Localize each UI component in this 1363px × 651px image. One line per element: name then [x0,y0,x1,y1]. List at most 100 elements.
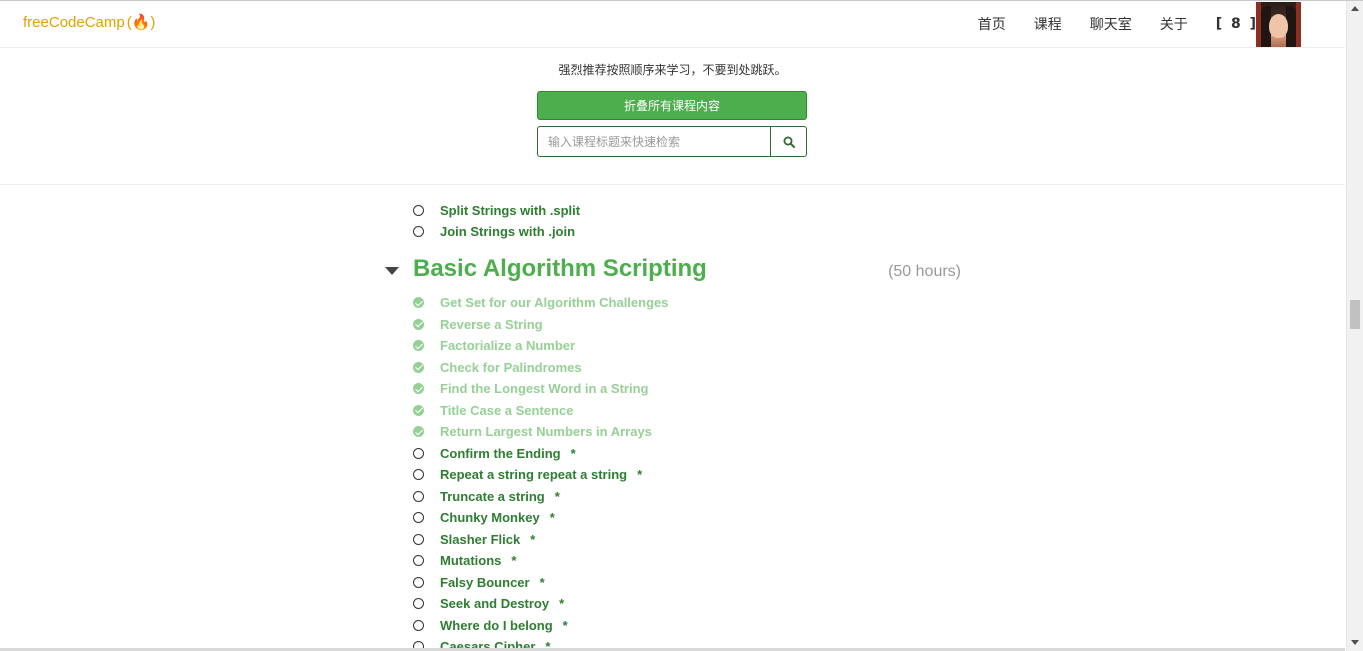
user-avatar[interactable] [1256,2,1301,47]
map-header-panel: 强烈推荐按照顺序来学习，不要到处跳跃。 折叠所有课程内容 [0,47,1345,185]
scroll-thumb[interactable] [1350,300,1360,329]
nav-link-courses[interactable]: 课程 [1034,14,1062,34]
challenge-title: Where do I belong [440,617,553,633]
challenge-status-mark [413,205,424,216]
top-navbar: freeCodeCamp (🔥) 首页 课程 聊天室 关于 [ 8 ] [0,1,1345,48]
logo-prefix: free [23,14,49,31]
list-item[interactable]: Chunky Monkey * [413,507,555,528]
challenge-status-mark [413,340,424,351]
list-item[interactable]: Get Set for our Algorithm Challenges [413,292,668,313]
challenge-status-mark [413,426,424,437]
collapse-all-button[interactable]: 折叠所有课程内容 [537,91,807,120]
required-star: * [562,617,568,633]
incomplete-circle-icon [413,512,424,523]
incomplete-circle-icon [413,205,424,216]
required-star: * [511,553,517,568]
challenge-status-mark [413,555,424,566]
challenge-title: Confirm the Ending [440,445,561,461]
challenge-title: Reverse a String [440,316,543,332]
challenge-title: Return Largest Numbers in Arrays [440,424,652,439]
order-notice: 强烈推荐按照顺序来学习，不要到处跳跃。 [558,63,787,77]
section-title: Basic Algorithm Scripting [413,255,707,282]
list-item[interactable]: Join Strings with .join [413,221,575,242]
list-item[interactable]: Factorialize a Number [413,335,575,356]
freecodecamp-logo[interactable]: freeCodeCamp (🔥) [23,13,155,31]
challenge-status-mark [413,361,424,373]
incomplete-circle-icon [413,619,424,631]
list-item[interactable]: Reverse a String [413,314,543,335]
challenge-status-mark [413,490,424,502]
scroll-up-arrow-icon[interactable] [1351,6,1359,11]
points-badge[interactable]: [ 8 ] [1216,16,1258,32]
list-item[interactable]: Truncate a string * [413,486,560,507]
scroll-down-arrow-icon[interactable] [1351,640,1359,645]
list-item[interactable]: Find the Longest Word in a String [413,378,648,399]
required-star: * [530,531,536,547]
challenge-status-mark [413,297,424,308]
nav-link-about[interactable]: 关于 [1160,14,1188,34]
challenge-title: Falsy Bouncer [440,574,530,590]
completed-check-icon [413,297,424,308]
required-star: * [539,574,545,590]
list-item[interactable]: Repeat a string repeat a string * [413,464,642,485]
list-item[interactable]: Mutations * [413,550,516,571]
list-item[interactable]: Title Case a Sentence [413,400,573,421]
section-header[interactable]: Basic Algorithm Scripting (50 hours) [385,255,965,287]
search-icon [783,136,795,148]
challenge-title: Check for Palindromes [440,359,582,375]
list-item[interactable]: Split Strings with .split [413,200,580,221]
required-star: * [637,467,643,482]
challenge-status-mark [413,318,424,330]
avatar-bg-right [1296,2,1301,47]
incomplete-circle-icon [413,598,424,609]
challenge-title: Factorialize a Number [440,338,576,353]
challenge-status-mark [413,619,424,631]
required-star: * [559,596,565,611]
list-item[interactable]: Where do I belong * [413,615,568,636]
completed-check-icon [413,340,424,351]
completed-check-icon [413,383,424,394]
challenge-status-mark [413,226,424,237]
challenge-title: Slasher Flick [440,531,521,547]
list-item[interactable]: Falsy Bouncer * [413,572,545,593]
search-box [537,126,807,157]
incomplete-circle-icon [413,490,424,502]
nav-link-chatroom[interactable]: 聊天室 [1090,14,1132,34]
challenge-title: Join Strings with .join [440,224,576,239]
required-star: * [549,510,555,525]
list-item[interactable]: Seek and Destroy * [413,593,564,614]
nav-link-home[interactable]: 首页 [978,14,1006,34]
page: freeCodeCamp (🔥) 首页 课程 聊天室 关于 [ 8 ] 强烈推荐按… [0,0,1363,651]
challenge-status-mark [413,598,424,609]
incomplete-circle-icon [413,533,424,545]
challenge-title: Title Case a Sentence [440,402,574,418]
challenge-status-mark [413,576,424,588]
challenge-status-mark [413,447,424,459]
incomplete-circle-icon [413,555,424,566]
challenge-status-mark [413,469,424,480]
list-item[interactable]: Return Largest Numbers in Arrays [413,421,652,442]
incomplete-circle-icon [413,576,424,588]
incomplete-circle-icon [413,226,424,237]
search-button[interactable] [771,127,806,156]
list-item[interactable]: Slasher Flick * [413,529,535,550]
list-item[interactable]: Confirm the Ending * [413,443,576,464]
list-item[interactable]: Check for Palindromes [413,357,582,378]
completed-check-icon [413,426,424,437]
caret-down-icon [385,267,399,275]
completed-check-icon [413,361,424,373]
completed-check-icon [413,318,424,330]
challenge-title: Get Set for our Algorithm Challenges [440,295,669,310]
challenge-title: Find the Longest Word in a String [440,381,649,396]
challenge-title: Seek and Destroy [440,596,550,611]
fire-icon: (🔥) [126,14,156,31]
challenge-title: Truncate a string [440,488,545,504]
challenge-status-mark [413,404,424,416]
completed-check-icon [413,404,424,416]
search-input[interactable] [538,127,771,156]
vertical-scrollbar[interactable] [1346,1,1363,651]
logo-main: CodeCamp [48,14,125,31]
challenge-status-mark [413,383,424,394]
required-star: * [554,488,560,504]
challenge-title: Chunky Monkey [440,510,540,525]
